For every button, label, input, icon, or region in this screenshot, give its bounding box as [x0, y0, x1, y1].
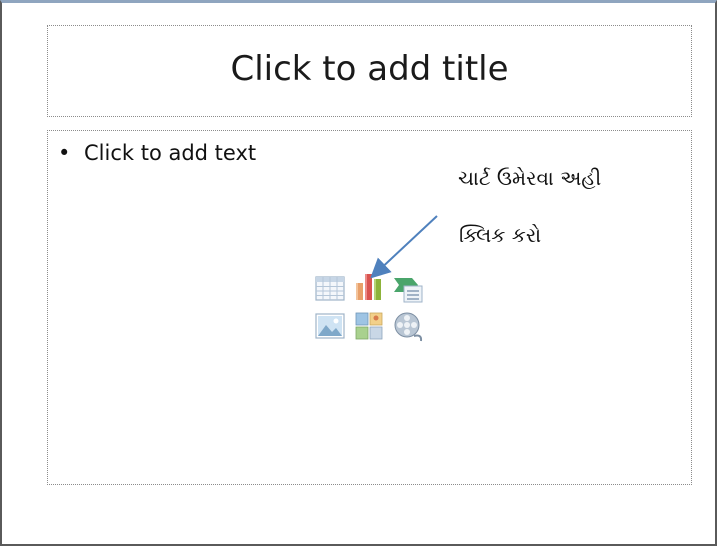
insert-table-icon[interactable]: [314, 272, 346, 304]
annotation-line-1: ચાર્ટ ઉમેરવા અહી: [458, 166, 602, 190]
insert-smartart-icon[interactable]: [392, 272, 424, 304]
insert-clip-art-icon[interactable]: [353, 310, 385, 342]
content-placeholder-text: Click to add text: [84, 141, 257, 165]
insert-picture-icon[interactable]: [314, 310, 346, 342]
content-bullet-row: • Click to add text: [58, 141, 256, 165]
bullet-glyph: •: [58, 141, 71, 165]
annotation-line-2: ક્લિક કરો: [459, 223, 542, 247]
title-placeholder[interactable]: Click to add title: [47, 25, 692, 117]
slide-canvas: Click to add title • Click to add text ચ…: [0, 0, 717, 546]
title-placeholder-text: Click to add title: [230, 48, 509, 89]
insert-media-clip-icon[interactable]: [392, 310, 424, 342]
insert-chart-icon[interactable]: [353, 270, 385, 302]
